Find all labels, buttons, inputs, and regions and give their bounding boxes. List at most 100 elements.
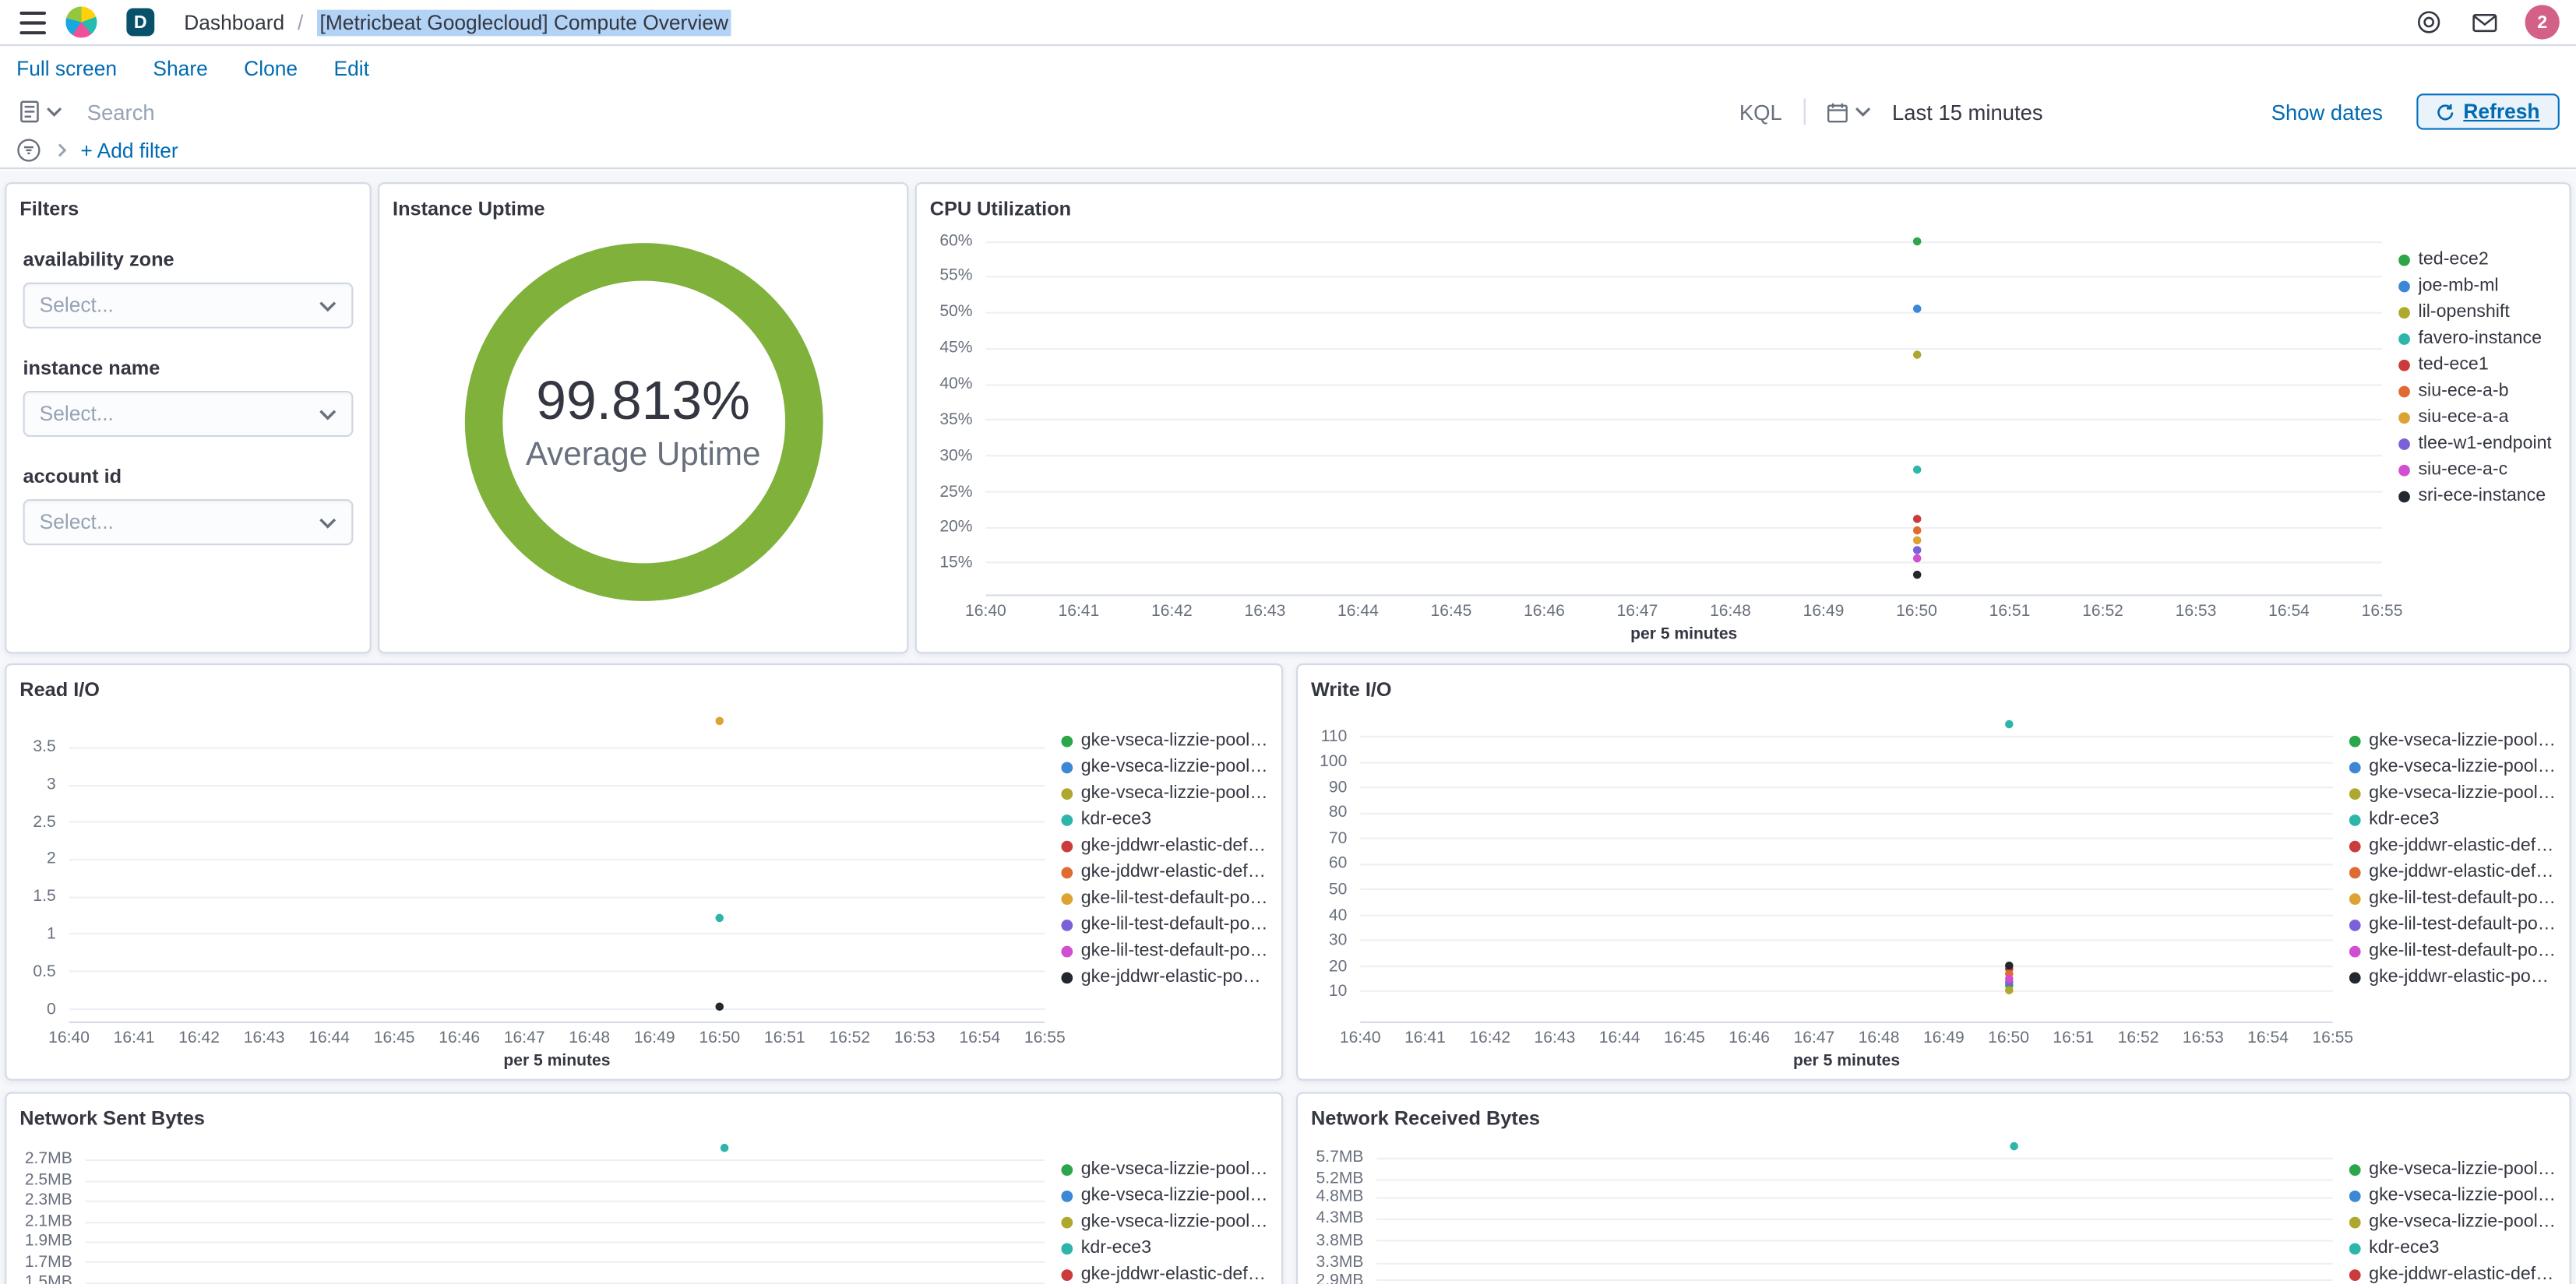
legend-item[interactable]: gke-jddwr-elastic-default-po... <box>1061 859 1268 885</box>
menu-full-screen[interactable]: Full screen <box>16 58 117 81</box>
legend-series-dot <box>1061 1163 1073 1175</box>
legend-item[interactable]: gke-vseca-lizzie-pool-1-630... <box>2349 1208 2557 1235</box>
x-axis-tick: 16:53 <box>2175 603 2217 621</box>
legend-item[interactable]: gke-vseca-lizzie-pool-1-c417... <box>1061 1182 1268 1208</box>
legend-item[interactable]: kdr-ece3 <box>2349 1235 2557 1261</box>
x-axis-tick: 16:43 <box>243 1029 285 1048</box>
legend-item[interactable]: gke-jddwr-elastic-default-po... <box>1061 1261 1268 1284</box>
legend-series-label: gke-vseca-lizzie-pool-1-1877... <box>1080 1159 1268 1180</box>
x-axis-tick: 16:42 <box>1151 603 1193 621</box>
x-axis-tick: 16:41 <box>1404 1029 1446 1048</box>
date-picker-button[interactable] <box>1820 97 1877 125</box>
filter-field-availability-zone: availability zone Select... <box>6 248 369 329</box>
legend-item[interactable]: gke-jddwr-elastic-pool-3-74... <box>1061 964 1268 990</box>
legend-item[interactable]: siu-ece-a-a <box>2398 404 2556 431</box>
legend-item[interactable]: sri-ece-instance <box>2398 483 2556 509</box>
newsfeed-button[interactable] <box>2469 9 2500 36</box>
user-avatar[interactable]: 2 <box>2525 5 2560 40</box>
x-axis-tick: 16:44 <box>1337 603 1379 621</box>
help-menu-button[interactable] <box>2413 6 2444 37</box>
legend-item[interactable]: gke-jddwr-elastic-pool-3-74... <box>2349 964 2557 990</box>
add-filter-button[interactable]: + Add filter <box>80 139 178 162</box>
help-icon <box>2418 11 2440 33</box>
x-axis-tick: 16:44 <box>308 1029 351 1048</box>
legend-item[interactable]: gke-lil-test-default-pool-c1e... <box>2349 885 2557 912</box>
calendar-icon <box>1827 102 1848 122</box>
space-badge[interactable]: D <box>126 8 155 37</box>
show-dates-button[interactable]: Show dates <box>2271 100 2383 125</box>
legend-item[interactable]: favero-instance <box>2398 325 2556 352</box>
account-id-select[interactable]: Select... <box>23 499 354 546</box>
breadcrumb-dashboard[interactable]: Dashboard <box>184 11 284 34</box>
divider <box>1803 98 1806 125</box>
legend-item[interactable]: gke-lil-test-default-pool-c1e... <box>2349 911 2557 937</box>
legend-item[interactable]: gke-lil-test-default-pool-c1e... <box>1061 911 1268 937</box>
x-axis-tick: 16:48 <box>1710 603 1751 621</box>
legend-item[interactable]: joe-mb-ml <box>2398 273 2556 299</box>
legend-item[interactable]: gke-vseca-lizzie-pool-1-630... <box>2349 780 2557 807</box>
legend-item[interactable]: ted-ece2 <box>2398 246 2556 273</box>
chevron-right-icon <box>58 143 67 157</box>
legend-item[interactable]: gke-vseca-lizzie-pool-1-1877... <box>1061 727 1268 754</box>
legend-item[interactable]: gke-jddwr-elastic-default-po... <box>1061 832 1268 859</box>
legend-item[interactable]: kdr-ece3 <box>1061 807 1268 833</box>
legend-item[interactable]: siu-ece-a-c <box>2398 456 2556 483</box>
search-input[interactable] <box>83 97 1718 126</box>
data-point <box>2004 973 2013 983</box>
menu-share[interactable]: Share <box>153 58 207 81</box>
x-axis-tick: 16:49 <box>1922 1029 1965 1048</box>
data-point <box>1912 545 1921 554</box>
legend-item[interactable]: kdr-ece3 <box>1061 1235 1268 1261</box>
legend-series-dot <box>2398 490 2410 502</box>
legend-item[interactable]: gke-lil-test-default-pool-c1e... <box>1061 885 1268 912</box>
legend-item[interactable]: gke-lil-test-default-pool-c1e... <box>2349 937 2557 964</box>
chevron-down-icon <box>319 301 337 311</box>
legend-item[interactable]: gke-jddwr-elastic-default-po... <box>2349 859 2557 885</box>
legend-item[interactable]: gke-vseca-lizzie-pool-1-c417... <box>2349 1182 2557 1208</box>
legend-series-dot <box>2349 918 2361 930</box>
legend-item[interactable]: siu-ece-a-b <box>2398 378 2556 404</box>
instance-name-select[interactable]: Select... <box>23 390 354 437</box>
legend-item[interactable]: tlee-w1-endpoint <box>2398 431 2556 457</box>
menu-clone[interactable]: Clone <box>244 58 298 81</box>
legend-item[interactable]: gke-vseca-lizzie-pool-1-1877... <box>2349 1156 2557 1183</box>
y-axis-tick: 4.3MB <box>1316 1209 1364 1228</box>
x-axis-tick: 16:51 <box>763 1029 805 1048</box>
chart-legend: gke-vseca-lizzie-pool-1-1877... gke-vseca… <box>1061 1156 1268 1284</box>
data-point <box>1912 465 1921 474</box>
availability-zone-select[interactable]: Select... <box>23 282 354 329</box>
menu-button[interactable] <box>16 7 49 37</box>
elastic-logo[interactable] <box>65 6 97 38</box>
chart-plot-area: 3.5 3 2.5 2 1.5 1 0.5 0 16:40 16:41 16:42 16:43 16:4… <box>19 711 1066 1072</box>
x-axis-tick: 16:40 <box>48 1029 90 1048</box>
legend-item[interactable]: lil-openshift <box>2398 299 2556 325</box>
time-range-value[interactable]: Last 15 minutes <box>1892 100 2043 125</box>
legend-item[interactable]: gke-vseca-lizzie-pool-1-1877... <box>1061 1156 1268 1183</box>
x-axis-tick: 16:40 <box>1339 1029 1381 1048</box>
panel-network-received-bytes: Network Received Bytes 5.7MB 5.2MB 4.8MB 4.… <box>1296 1092 2571 1284</box>
legend-series-dot <box>2349 945 2361 957</box>
gridline <box>85 1221 1045 1223</box>
legend-item[interactable]: gke-vseca-lizzie-pool-1-630... <box>1061 1208 1268 1235</box>
panel-title: Read I/O <box>19 678 100 702</box>
legend-item[interactable]: gke-jddwr-elastic-default-po... <box>2349 832 2557 859</box>
refresh-button[interactable]: Refresh <box>2417 93 2560 130</box>
gridline <box>1376 1157 2333 1159</box>
legend-item[interactable]: gke-jddwr-elastic-default-po... <box>2349 1261 2557 1284</box>
legend-item[interactable]: gke-vseca-lizzie-pool-1-1877... <box>2349 727 2557 754</box>
query-language-button[interactable]: KQL <box>1732 100 1788 125</box>
legend-item[interactable]: kdr-ece3 <box>2349 807 2557 833</box>
legend-item[interactable]: ted-ece1 <box>2398 351 2556 378</box>
menu-edit[interactable]: Edit <box>333 58 368 81</box>
filter-icon[interactable] <box>13 135 44 166</box>
legend-item[interactable]: gke-vseca-lizzie-pool-1-630... <box>1061 780 1268 807</box>
x-axis-tick: 16:43 <box>1244 603 1286 621</box>
legend-series-dot <box>1061 761 1073 773</box>
x-axis-tick: 16:42 <box>178 1029 220 1048</box>
legend-series-dot <box>2398 358 2410 371</box>
legend-item[interactable]: gke-lil-test-default-pool-c1e... <box>1061 937 1268 964</box>
legend-item[interactable]: gke-vseca-lizzie-pool-1-c417... <box>1061 754 1268 780</box>
saved-query-menu-button[interactable] <box>13 97 69 126</box>
legend-series-dot <box>2349 1268 2361 1280</box>
legend-item[interactable]: gke-vseca-lizzie-pool-1-c417... <box>2349 754 2557 780</box>
